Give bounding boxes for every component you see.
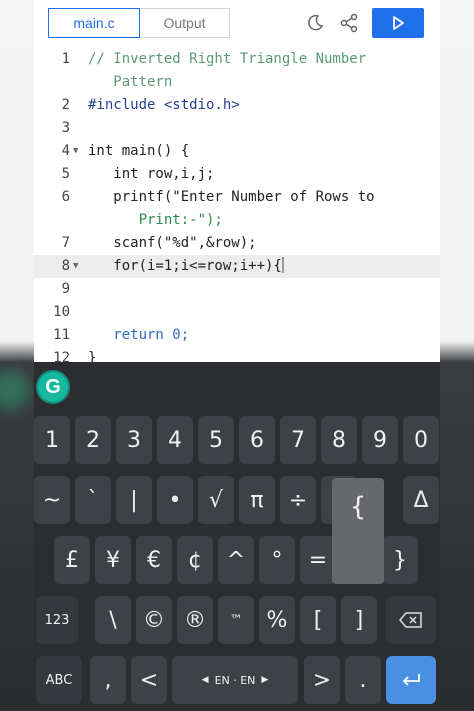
key[interactable]: 7 <box>280 416 316 464</box>
code-line: 5 int row,i,j; <box>61 166 215 182</box>
tab-output[interactable]: Output <box>140 8 230 38</box>
fold-arrow-icon[interactable]: ▼ <box>73 255 78 278</box>
editor-toolbar: main.c Output <box>34 0 440 46</box>
enter-key[interactable] <box>386 656 436 704</box>
code-line: 9 <box>61 281 70 297</box>
key[interactable]: } <box>382 536 418 584</box>
soft-keyboard: G 1 2 3 4 5 6 7 8 9 0 ~ ` | • √ π ÷ Δ £ … <box>34 362 440 711</box>
code-editor[interactable]: 1 // Inverted Right Triangle Number Patt… <box>34 46 440 362</box>
key[interactable]: % <box>259 596 295 644</box>
key[interactable]: ^ <box>218 536 254 584</box>
key[interactable]: ` <box>75 476 111 524</box>
key[interactable]: 2 <box>75 416 111 464</box>
code-line: 11 return 0; <box>53 327 190 343</box>
chevron-left-icon: ◀ <box>201 675 209 685</box>
key[interactable]: 6 <box>239 416 275 464</box>
key[interactable]: 1 <box>34 416 70 464</box>
play-icon <box>393 16 404 30</box>
grammarly-icon[interactable]: G <box>36 370 70 404</box>
run-button[interactable] <box>372 8 424 38</box>
code-line: Print:-"); <box>88 212 223 228</box>
key[interactable]: π <box>239 476 275 524</box>
blurred-left-margin <box>0 0 34 711</box>
key[interactable]: ™ <box>218 596 254 644</box>
moon-icon[interactable] <box>302 10 328 36</box>
code-line: 2 #include <stdio.h> <box>61 97 240 113</box>
phone-screen: main.c Output 1 // Inverted Right Triang… <box>34 0 440 711</box>
key[interactable]: √ <box>198 476 234 524</box>
key[interactable]: ] <box>341 596 377 644</box>
key[interactable]: 0 <box>403 416 439 464</box>
key[interactable]: ° <box>259 536 295 584</box>
key[interactable]: © <box>136 596 172 644</box>
code-line-active: 8 ▼ for(i=1;i<=row;i++){ <box>34 255 440 278</box>
numeric-mode-key[interactable]: 123 <box>36 596 78 644</box>
backspace-key[interactable] <box>386 596 436 644</box>
key[interactable]: = <box>300 536 336 584</box>
key[interactable]: ÷ <box>280 476 316 524</box>
key[interactable]: \ <box>95 596 131 644</box>
fold-arrow-icon[interactable]: ▼ <box>73 140 78 163</box>
backspace-icon <box>399 612 422 628</box>
code-line: 6 printf("Enter Number of Rows to <box>61 189 375 205</box>
key[interactable]: | <box>116 476 152 524</box>
key[interactable]: € <box>136 536 172 584</box>
key[interactable]: £ <box>54 536 90 584</box>
share-icon[interactable] <box>336 10 362 36</box>
space-bar[interactable]: ◀ EN · EN ▶ <box>172 656 298 704</box>
key[interactable]: [ <box>300 596 336 644</box>
enter-icon <box>402 674 420 686</box>
key[interactable]: > <box>304 656 340 704</box>
code-line: Pattern <box>88 74 173 90</box>
key[interactable]: 9 <box>362 416 398 464</box>
key[interactable]: 5 <box>198 416 234 464</box>
key[interactable]: Δ <box>403 476 439 524</box>
key[interactable]: 3 <box>116 416 152 464</box>
key[interactable]: 4 <box>157 416 193 464</box>
chevron-right-icon: ▶ <box>261 675 269 685</box>
tab-main-c[interactable]: main.c <box>48 8 140 38</box>
code-line: 10 <box>53 304 70 320</box>
key[interactable]: , <box>90 656 126 704</box>
code-line: 12 } <box>53 350 97 362</box>
text-cursor <box>281 257 284 273</box>
key[interactable]: . <box>345 656 381 704</box>
alphabet-mode-key[interactable]: ABC <box>36 656 82 704</box>
key[interactable]: ¥ <box>95 536 131 584</box>
code-line: 4 ▼ int main() { <box>34 140 440 163</box>
key-preview-popup: { <box>332 478 384 584</box>
code-line: 3 <box>61 120 70 136</box>
key[interactable]: ~ <box>34 476 70 524</box>
key[interactable]: 8 <box>321 416 357 464</box>
key[interactable]: ¢ <box>177 536 213 584</box>
code-line: 1 // Inverted Right Triangle Number <box>61 51 367 67</box>
language-label: EN · EN <box>214 673 256 687</box>
key[interactable]: ® <box>177 596 213 644</box>
key[interactable]: < <box>131 656 167 704</box>
code-line: 7 scanf("%d",&row); <box>61 235 257 251</box>
blurred-right-margin <box>440 0 474 711</box>
key[interactable]: • <box>157 476 193 524</box>
